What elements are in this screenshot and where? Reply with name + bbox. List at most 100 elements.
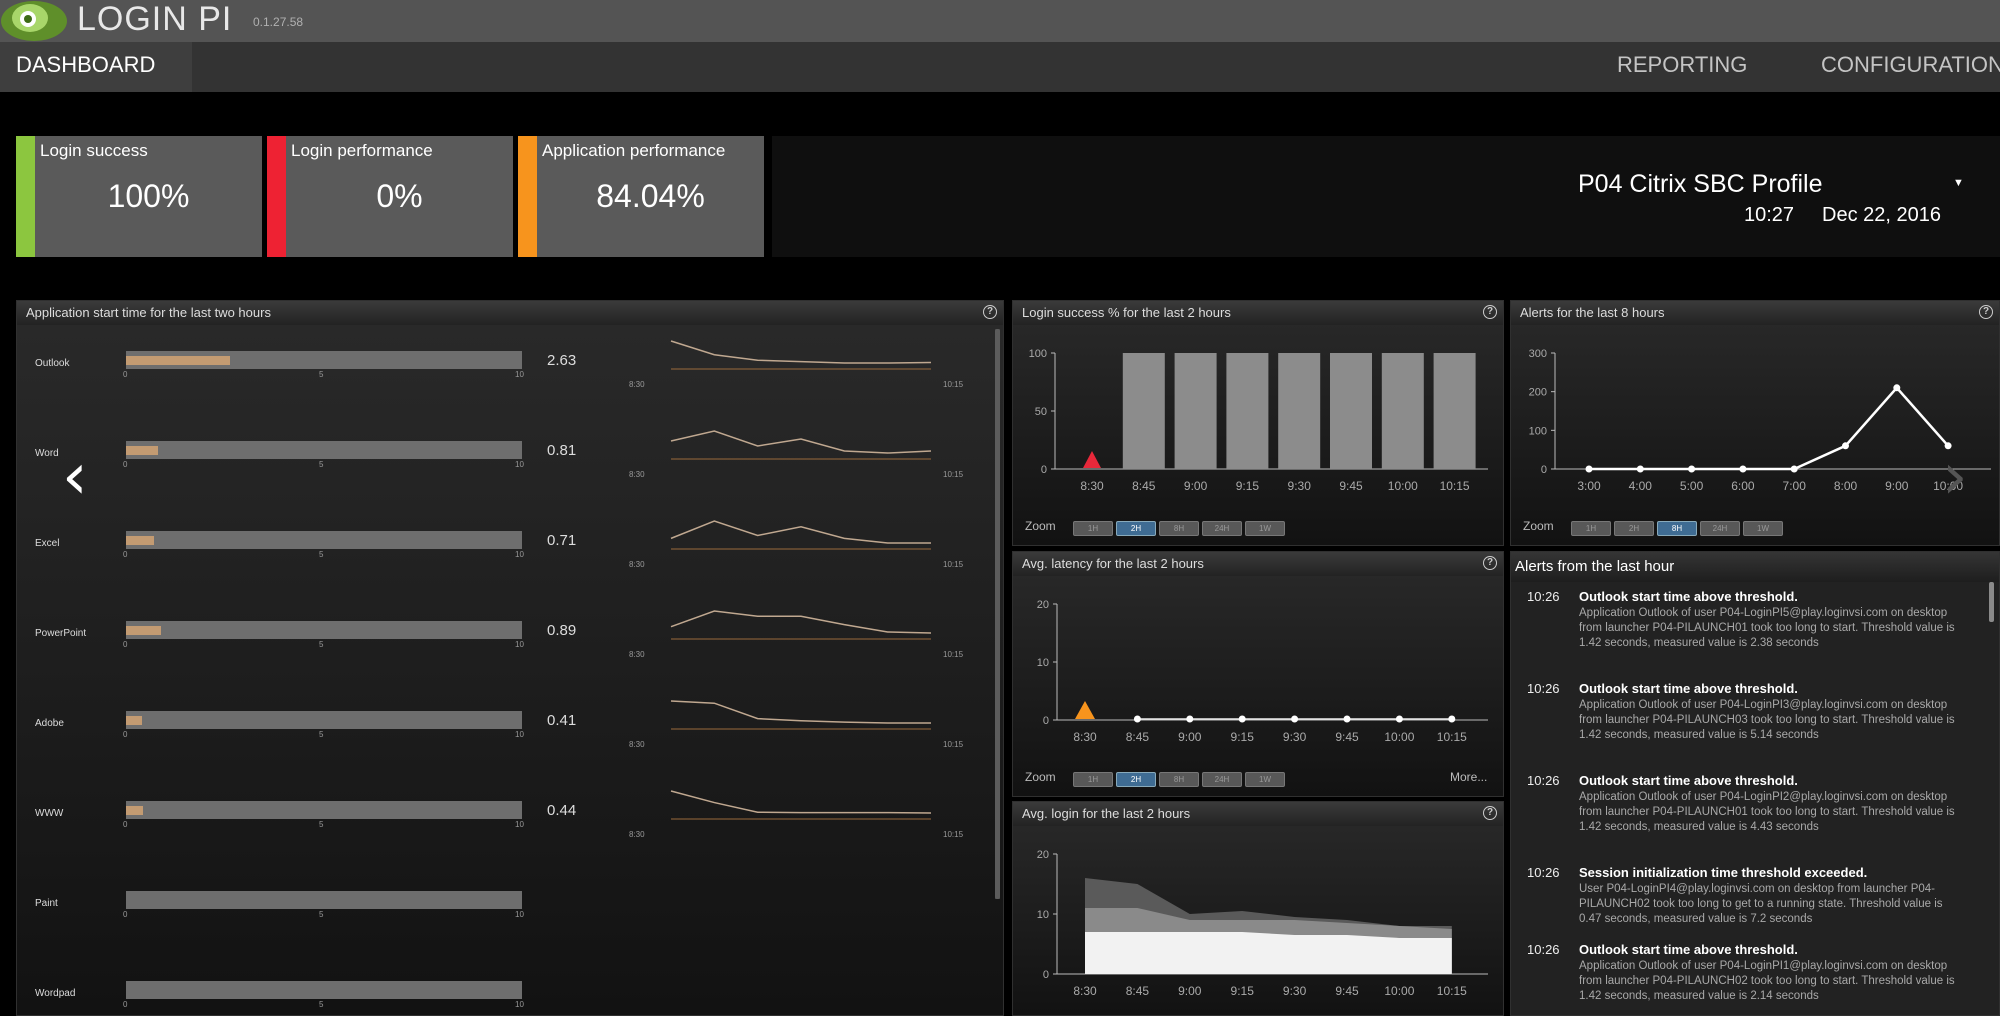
zoom-24h-button[interactable]: 24H	[1202, 772, 1242, 787]
app-name: WWW	[35, 808, 64, 819]
zoom-8h-button[interactable]: 8H	[1657, 521, 1697, 536]
app-row[interactable]: WWW 0 5 10 0.44 8:30 10:15	[17, 790, 1003, 851]
sparkline: 8:30 10:15	[629, 430, 964, 479]
zoom-2h-button[interactable]: 2H	[1116, 772, 1156, 787]
help-icon[interactable]: ?	[1979, 305, 1993, 319]
kpi-login-performance[interactable]: Login performance 0%	[267, 136, 513, 257]
sparkline-line	[670, 520, 931, 544]
zoom-8h-button[interactable]: 8H	[1159, 521, 1199, 536]
axis-tick: 0	[123, 370, 128, 379]
zoom-1w-button[interactable]: 1W	[1743, 521, 1783, 536]
kpi-value: 0%	[376, 178, 423, 214]
y-tick-label: 0	[1043, 969, 1049, 981]
zoom-1w-button[interactable]: 1W	[1245, 521, 1285, 536]
help-icon[interactable]: ?	[1483, 305, 1497, 319]
data-point	[1343, 715, 1351, 723]
avg-login-panel: Avg. login for the last 2 hours ? 0 10 20 8…	[1012, 801, 1504, 1016]
y-tick-label: 10	[1037, 909, 1049, 921]
panel-header: Application start time for the last two …	[17, 301, 1003, 325]
sparkline-end: 10:15	[943, 470, 964, 479]
app-value: 0.44	[547, 802, 577, 819]
x-tick-label: 9:15	[1231, 730, 1255, 744]
app-row[interactable]: PowerPoint 0 5 10 0.89 8:30 10:15	[17, 610, 1003, 671]
app-row[interactable]: Word 0 5 10 0.81 8:30 10:15	[17, 430, 1003, 491]
kpi-label: Login performance	[291, 141, 433, 160]
zoom-2h-button[interactable]: 2H	[1116, 521, 1156, 536]
x-tick-label: 3:00	[1577, 479, 1601, 493]
zoom-2h-button[interactable]: 2H	[1614, 521, 1654, 536]
app-name: Paint	[35, 898, 58, 909]
help-icon[interactable]: ?	[1483, 806, 1497, 820]
app-bar	[126, 531, 522, 549]
app-name: Word	[35, 448, 59, 459]
axis-tick: 5	[319, 1000, 324, 1009]
zoom-24h-button[interactable]: 24H	[1202, 521, 1242, 536]
axis-tick: 0	[123, 820, 128, 829]
nav-dashboard[interactable]: DASHBOARD	[0, 42, 192, 92]
axis-tick: 0	[123, 910, 128, 919]
alert-time: 10:26	[1527, 865, 1560, 880]
alert-title: Outlook start time above threshold.	[1579, 589, 1798, 604]
x-tick-label: 8:30	[1073, 730, 1097, 744]
more-link[interactable]: More...	[1450, 770, 1487, 784]
x-tick-label: 10:00	[1384, 984, 1414, 998]
x-tick-label: 7:00	[1783, 479, 1807, 493]
app-version: 0.1.27.58	[253, 15, 304, 29]
zoom-1h-button[interactable]: 1H	[1073, 772, 1113, 787]
axis-tick: 10	[515, 460, 524, 469]
panel-title: Alerts for the last 8 hours	[1520, 305, 1665, 320]
panel-header: Alerts for the last 8 hours ?	[1511, 301, 1999, 325]
x-tick-label: 4:00	[1629, 479, 1653, 493]
axis-tick: 10	[515, 910, 524, 919]
dropdown-caret-icon[interactable]: ▼	[1953, 177, 1964, 189]
axis-tick: 5	[319, 550, 324, 559]
axis-tick: 5	[319, 730, 324, 739]
scrollbar-thumb[interactable]	[1989, 582, 1994, 622]
app-name: Adobe	[35, 718, 64, 729]
bar	[1381, 353, 1424, 469]
profile-selector[interactable]: P04 Citrix SBC Profile	[1578, 170, 1823, 199]
zoom-24h-button[interactable]: 24H	[1700, 521, 1740, 536]
alert-body: Application Outlook of user P04-LoginPI1…	[1579, 960, 1955, 1002]
axis-tick: 5	[319, 370, 324, 379]
sparkline-line	[670, 430, 932, 454]
app-row[interactable]: Excel 0 5 10 0.71 8:30 10:15	[17, 520, 1003, 581]
zoom-1h-button[interactable]: 1H	[1571, 521, 1611, 536]
alerts-8h-panel: Alerts for the last 8 hours ? 0 100 200 300…	[1510, 300, 2000, 546]
app-row[interactable]: Paint 0 5 10	[17, 881, 1003, 941]
app-value: 0.89	[547, 622, 577, 639]
x-tick-label: 9:30	[1288, 479, 1312, 493]
help-icon[interactable]: ?	[1483, 556, 1497, 570]
login-success-chart: 0 50 100 8:30 8:45 9:00 9:15 9:30 9:45 10:00 10:15	[1029, 348, 1488, 493]
app-row[interactable]: Wordpad 0 5 10	[17, 971, 1003, 1015]
kpi-status-stripe	[518, 136, 537, 257]
kpi-application-performance[interactable]: Application performance 84.04%	[518, 136, 764, 257]
zoom-8h-button[interactable]: 8H	[1159, 772, 1199, 787]
app-row[interactable]: Outlook 0 5 10 2.63 8:30 10:15	[17, 340, 1003, 401]
app-bar	[126, 351, 522, 369]
kpi-status-stripe	[16, 136, 35, 257]
latency-panel: Avg. latency for the last 2 hours ? 0 10 2…	[1012, 551, 1504, 797]
data-point	[1186, 715, 1194, 723]
help-icon[interactable]: ?	[983, 305, 997, 319]
bar	[1122, 353, 1165, 469]
x-tick-label: 10:15	[1437, 984, 1467, 998]
app-row[interactable]: Adobe 0 5 10 0.41 8:30 10:15	[17, 700, 1003, 761]
data-point	[1291, 715, 1299, 723]
zoom-1w-button[interactable]: 1W	[1245, 772, 1285, 787]
nav-configuration[interactable]: CONFIGURATION	[1821, 42, 2000, 92]
nav-reporting[interactable]: REPORTING	[1617, 42, 1747, 92]
data-point	[1688, 465, 1696, 473]
y-tick-label: 50	[1035, 406, 1047, 418]
carousel-next-icon[interactable]: ›	[1942, 440, 1968, 514]
data-point	[1395, 715, 1403, 723]
sparkline-start: 8:30	[629, 740, 645, 749]
carousel-prev-icon[interactable]: ‹	[62, 440, 88, 514]
x-tick-label: 10:00	[1384, 730, 1414, 744]
app-value: 2.63	[547, 352, 577, 369]
zoom-1h-button[interactable]: 1H	[1073, 521, 1113, 536]
scrollbar-thumb[interactable]	[995, 329, 1000, 899]
kpi-status-stripe	[267, 136, 286, 257]
kpi-login-success[interactable]: Login success 100%	[16, 136, 262, 257]
app-value: 0.41	[547, 712, 577, 729]
